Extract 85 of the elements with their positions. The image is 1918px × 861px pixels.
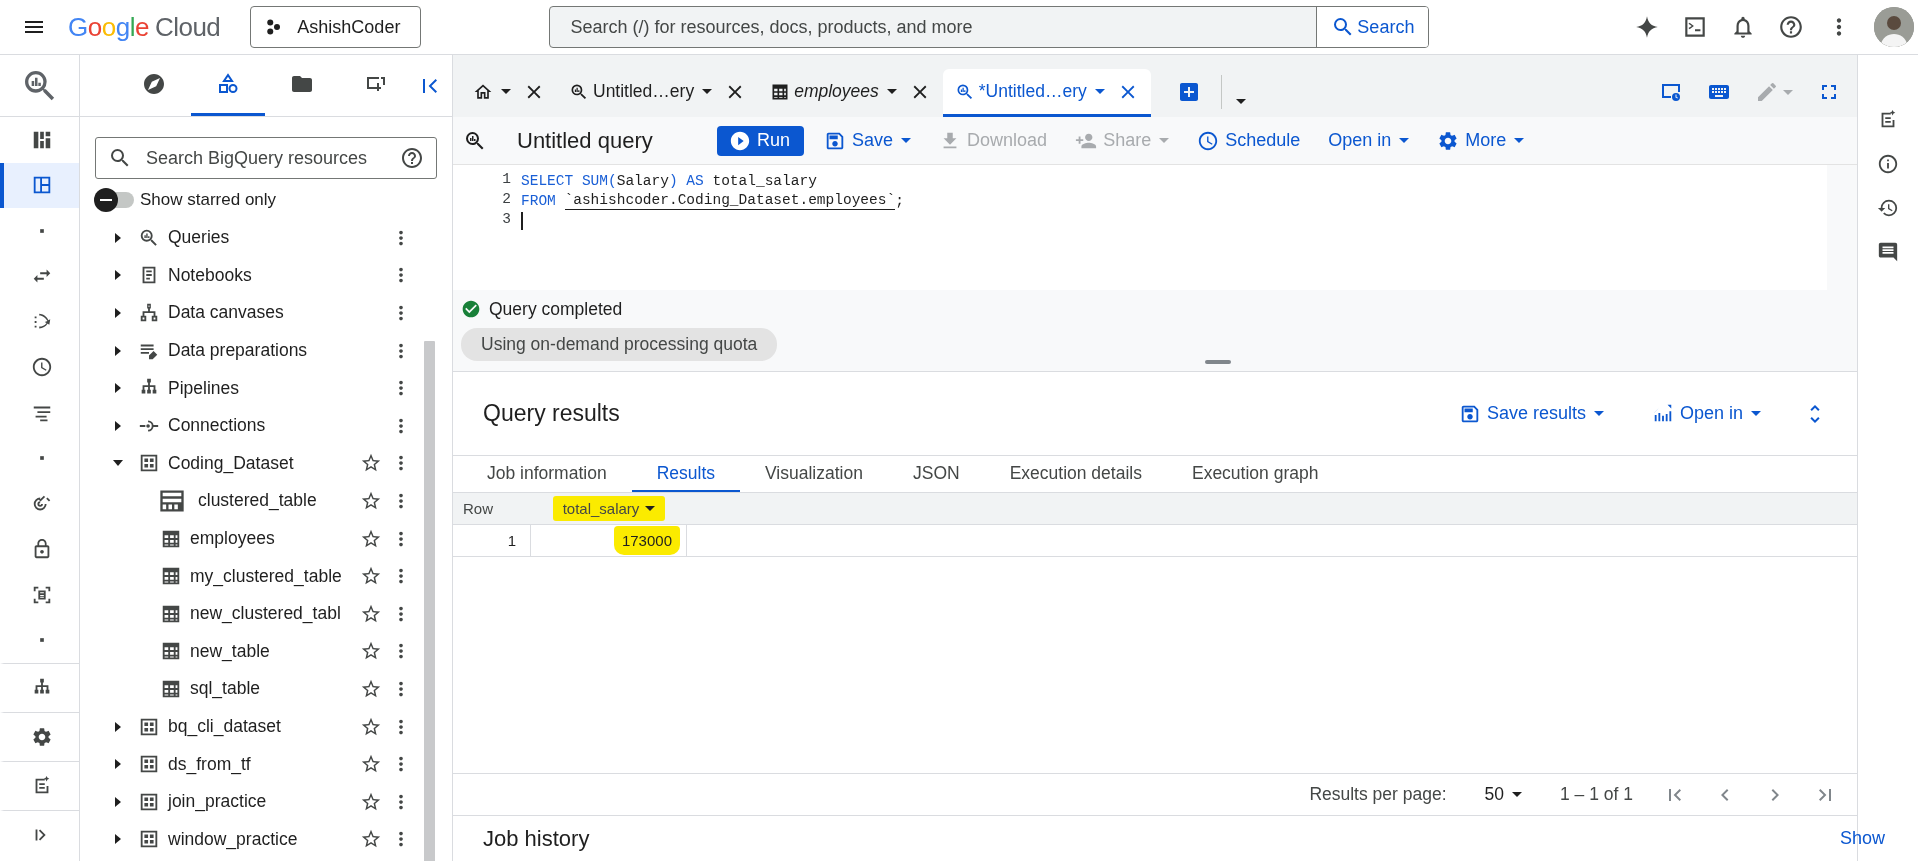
tree-label[interactable]: Notebooks — [168, 264, 252, 286]
tree-label[interactable]: clustered_table — [198, 490, 317, 512]
caret-icon[interactable] — [1512, 792, 1522, 797]
play-icon — [729, 129, 751, 152]
help-icon[interactable] — [400, 146, 424, 170]
avatar[interactable] — [1874, 7, 1914, 47]
tree-label[interactable]: Queries — [168, 227, 230, 249]
column-header: Row — [463, 500, 493, 517]
editor-tab[interactable]: employees — [758, 69, 943, 117]
toolbar-button[interactable]: Save — [824, 125, 912, 156]
results-title: Query results — [483, 400, 620, 427]
toolbar-button[interactable]: Run — [717, 125, 805, 156]
tree-label[interactable]: new_clustered_tabl — [190, 603, 341, 625]
editor-tab[interactable]: Untitled…ery — [557, 69, 759, 117]
caret-icon[interactable] — [901, 138, 912, 143]
results-action[interactable]: Open in — [1651, 402, 1761, 425]
job-history-title: Job history — [483, 825, 590, 852]
toggle-switch[interactable] — [94, 188, 134, 212]
clock-icon — [1197, 129, 1220, 152]
caret-icon[interactable] — [702, 89, 713, 94]
search-field[interactable]: Search BigQuery resources — [95, 137, 437, 179]
tree-label[interactable]: sql_table — [190, 678, 261, 700]
caret-icon[interactable] — [501, 89, 511, 94]
tree-label[interactable]: Connections — [168, 415, 266, 437]
page-range: 1 – 1 of 1 — [1560, 784, 1633, 805]
info-icon[interactable] — [1877, 153, 1899, 175]
text-cursor[interactable] — [521, 211, 523, 231]
tree-label[interactable]: employees — [190, 528, 275, 550]
column-header[interactable]: total_salary — [552, 496, 666, 521]
comment-icon[interactable] — [1877, 241, 1899, 263]
caret-icon[interactable] — [886, 89, 897, 94]
code-line: SELECT SUM(Salary) AS total_salary — [521, 172, 817, 191]
per-page-label: Results per page: — [1309, 784, 1447, 805]
resize-handle[interactable] — [1205, 360, 1231, 364]
history-icon[interactable] — [1877, 197, 1899, 219]
line-number: 1 — [501, 171, 512, 189]
results-tab[interactable]: Execution graph — [1166, 456, 1344, 492]
caret-icon[interactable] — [1235, 99, 1246, 104]
toolbar-button[interactable]: Schedule — [1197, 125, 1301, 156]
search-field[interactable]: Search (/) for resources, docs, products, and more Search — [549, 6, 1430, 48]
tree-label[interactable]: Coding_Dataset — [168, 452, 294, 474]
editor-tab[interactable]: *Untitled…ery — [942, 69, 1151, 117]
tree-label[interactable]: Pipelines — [168, 377, 240, 399]
toolbar-button[interactable]: More — [1437, 125, 1525, 156]
results-action[interactable]: Save results — [1458, 402, 1604, 425]
query-title: Untitled query — [517, 127, 654, 154]
results-tab[interactable]: Job information — [462, 456, 632, 492]
caret-icon[interactable] — [1593, 411, 1604, 416]
toolbar-button[interactable]: Open in — [1328, 125, 1410, 156]
search-input[interactable]: Search (/) for resources, docs, products, and more — [550, 7, 1317, 47]
tree-label[interactable]: ds_from_tf — [168, 753, 251, 775]
caret-icon[interactable] — [645, 506, 656, 511]
table-cell: 173000 — [613, 526, 680, 555]
panel-icon[interactable] — [0, 162, 79, 208]
logo[interactable]: Google Cloud — [68, 11, 221, 43]
tree-label[interactable]: join_practice — [168, 791, 267, 813]
line-number: 3 — [501, 211, 512, 229]
code-line: FROM `ashishcoder.Coding_Dataset.employees`; — [521, 191, 904, 211]
status-message: Query completed — [489, 298, 623, 320]
canvas-icon — [138, 302, 160, 324]
tree-label[interactable]: bq_cli_dataset — [168, 716, 281, 737]
tree-label[interactable]: my_clustered_table — [190, 565, 342, 587]
results-tab[interactable]: Visualization — [740, 456, 888, 492]
scrollbar[interactable] — [424, 341, 435, 861]
line-number: 2 — [501, 191, 512, 209]
show-link[interactable]: Show — [1839, 828, 1885, 849]
tree-label[interactable]: Data preparations — [168, 340, 308, 362]
toggle-label: Show starred only — [140, 190, 277, 210]
settings-icon — [1437, 129, 1460, 152]
terminal-icon[interactable] — [1682, 14, 1708, 40]
caret-icon[interactable] — [1751, 411, 1761, 416]
caret-icon[interactable] — [1399, 138, 1410, 143]
caret-icon[interactable] — [1514, 138, 1525, 143]
project-picker[interactable]: AshishCoder — [250, 6, 422, 48]
quota-chip: Using on-demand processing quota — [461, 328, 778, 361]
results-tab[interactable]: JSON — [887, 456, 985, 492]
help-icon[interactable] — [1778, 14, 1804, 40]
caret-icon[interactable] — [1094, 89, 1105, 94]
row-number: 1 — [507, 532, 516, 549]
tree-label[interactable]: window_practice — [168, 828, 298, 850]
results-tab[interactable]: Execution details — [984, 456, 1167, 492]
tree-label[interactable]: Data canvases — [168, 302, 284, 324]
tree-label[interactable]: new_table — [190, 640, 270, 662]
search-button[interactable]: Search — [1316, 7, 1429, 47]
per-page-select[interactable]: 50 — [1484, 784, 1522, 805]
